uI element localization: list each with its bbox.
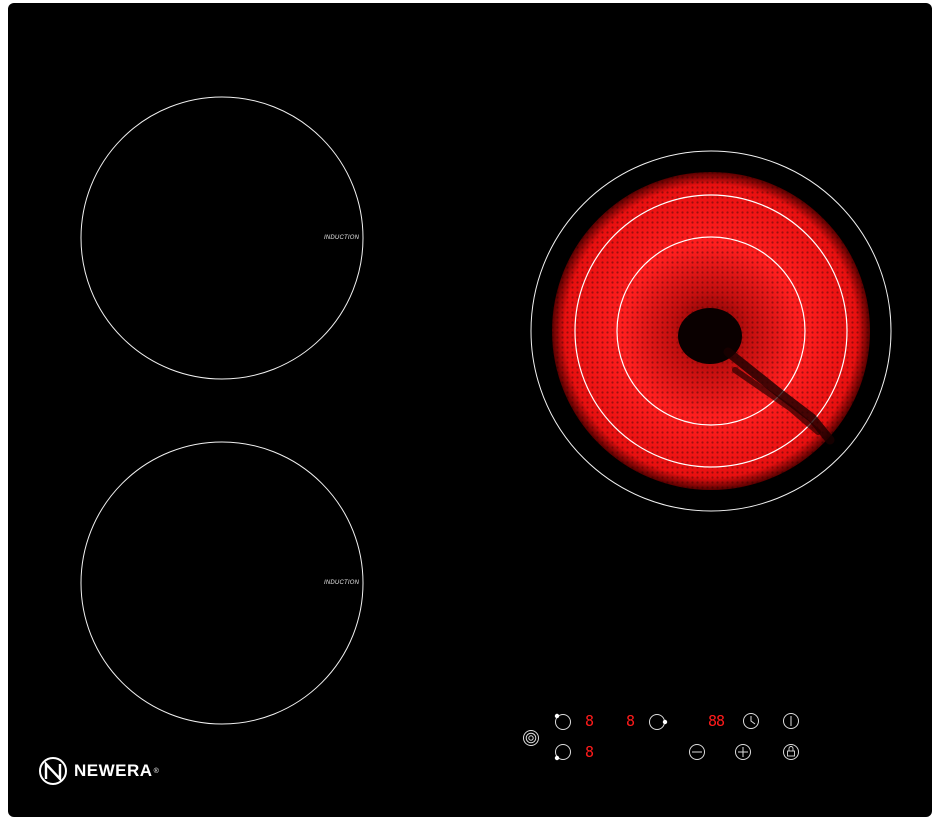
brand-registered: ® (153, 767, 159, 775)
zone-select-icon-rear-left[interactable] (554, 713, 571, 730)
display-rear-left: 8 (585, 712, 595, 730)
boost-icon[interactable] (523, 730, 539, 746)
brand-logo: NEWERA ® (38, 757, 159, 785)
display-front-left: 8 (585, 743, 595, 761)
zone-select-icon-right[interactable] (649, 714, 668, 730)
timer-clock-icon[interactable] (743, 713, 759, 729)
display-right: 8 (626, 712, 636, 730)
induction-zone-top-left (80, 96, 364, 380)
zone-select-icon-front-left[interactable] (554, 744, 571, 761)
plus-icon[interactable] (735, 744, 751, 760)
cooktop-graphics (39, 96, 892, 785)
control-panel (523, 713, 799, 761)
display-timer: 88 (708, 712, 725, 730)
induction-label-bottom: INDUCTION (324, 580, 360, 586)
induction-label-top: INDUCTION (324, 235, 360, 241)
lock-icon[interactable] (783, 744, 799, 760)
radiant-zone-right (530, 150, 892, 512)
induction-zone-bottom-left (80, 441, 364, 725)
minus-icon[interactable] (689, 744, 705, 760)
brand-name: NEWERA (74, 761, 153, 780)
power-icon[interactable] (783, 713, 799, 729)
